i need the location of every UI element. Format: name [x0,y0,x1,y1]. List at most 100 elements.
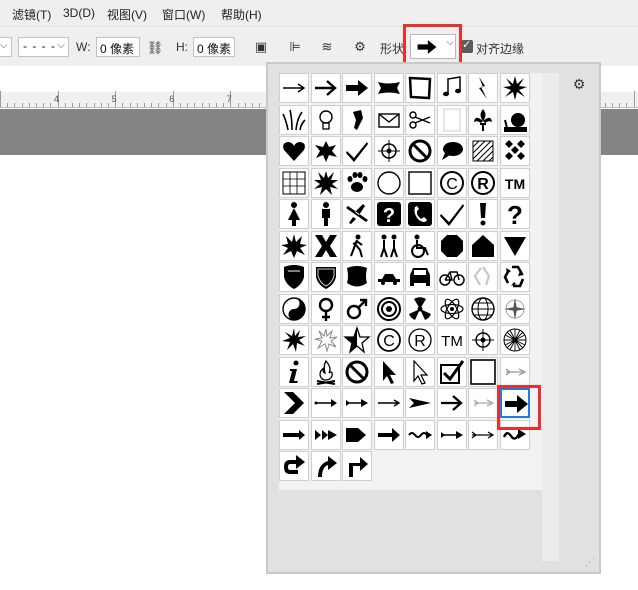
shape-checkmark[interactable] [342,136,372,166]
shape-burst[interactable] [311,168,341,198]
shape-recycle[interactable] [500,262,530,292]
shape-compass[interactable] [500,294,530,324]
shape-x-mark[interactable] [311,231,341,261]
shape-burst-2[interactable] [279,231,309,261]
shape-arrow-13[interactable] [374,420,404,450]
shape-speech-bubble[interactable] [437,136,467,166]
shape-car-side[interactable] [374,262,404,292]
path-operations-icon[interactable]: ▣ [252,39,270,55]
shape-info[interactable] [279,357,309,387]
shape-arrow-bold[interactable] [342,73,372,103]
path-alignment-icon[interactable]: ⊫ [286,39,304,55]
shape-grass[interactable] [279,105,309,135]
shape-arrow-7[interactable] [468,388,498,418]
shape-arrow-6[interactable] [437,388,467,418]
shape-pedestrian[interactable] [342,231,372,261]
shape-turn-3[interactable] [342,451,372,481]
shape-no-symbol-2[interactable] [342,357,372,387]
menu-help[interactable]: 帮助(H) [221,6,262,23]
shape-arrow-12[interactable] [342,420,372,450]
gear-icon[interactable]: ⚙ [569,76,589,92]
shape-arrow-10[interactable] [279,420,309,450]
shape-arrow-medium[interactable] [311,73,341,103]
shape-no-symbol[interactable] [405,136,435,166]
shape-arrow-2[interactable] [311,388,341,418]
menu-view[interactable]: 视图(V) [107,6,147,23]
shape-ink-splat[interactable] [311,136,341,166]
shape-woman[interactable] [279,199,309,229]
shape-chevron-right[interactable] [279,388,309,418]
shape-car-front[interactable] [405,262,435,292]
shape-turn-1[interactable] [279,451,309,481]
shape-target[interactable] [374,294,404,324]
shape-music-note[interactable] [437,73,467,103]
menu-3d[interactable]: 3D(D) [63,6,95,20]
shape-check-bold[interactable] [437,199,467,229]
shape-triangle-down[interactable] [500,231,530,261]
shape-airplane[interactable] [342,199,372,229]
shape-ink-bottle[interactable] [342,105,372,135]
shape-star-burst[interactable] [500,73,530,103]
shape-splash[interactable] [311,325,341,355]
shape-lightning[interactable] [468,73,498,103]
shape-man[interactable] [311,199,341,229]
shape-bicycle[interactable] [437,262,467,292]
shape-arrow-5[interactable] [405,388,435,418]
shape-paw-print[interactable] [342,168,372,198]
resize-handle-icon[interactable]: ⋰ [585,557,595,568]
shape-phone-box[interactable] [405,199,435,229]
shape-trademark[interactable]: TM [500,168,530,198]
stroke-width-dropdown[interactable]: ⌵ [0,37,12,57]
shape-arrow-15[interactable] [437,420,467,450]
shape-snail[interactable] [500,105,530,135]
shape-yin-yang[interactable] [279,294,309,324]
shape-registered[interactable]: R [468,168,498,198]
gear-icon[interactable]: ⚙ [350,39,370,55]
shape-circle[interactable] [374,168,404,198]
shape-trademark-2[interactable]: TM [437,325,467,355]
shape-male[interactable] [342,294,372,324]
shape-exclamation[interactable] [468,199,498,229]
shape-crosshair-2[interactable] [468,325,498,355]
shape-copyright[interactable]: C [437,168,467,198]
shape-arrow-feather[interactable] [500,357,530,387]
shape-lightbulb[interactable] [311,105,341,135]
shape-banner[interactable] [374,73,404,103]
shape-radiation[interactable] [405,294,435,324]
link-icon[interactable]: ⛓ [146,40,164,56]
shape-arrow-11[interactable] [311,420,341,450]
shape-female[interactable] [311,294,341,324]
shape-question-box[interactable]: ? [374,199,404,229]
shape-cursor-outline[interactable] [405,357,435,387]
shape-shield-2[interactable] [311,262,341,292]
shape-arrow-16[interactable] [468,420,498,450]
shape-turn-2[interactable] [311,451,341,481]
shape-diamond-grid[interactable] [500,136,530,166]
shape-registered-2[interactable]: R [405,325,435,355]
width-input[interactable]: 0 像素 [96,37,140,57]
shape-cursor-arrow[interactable] [374,357,404,387]
shape-crosshair[interactable] [374,136,404,166]
shape-people-walking[interactable] [374,231,404,261]
stroke-type-dropdown[interactable]: - - - - ⌵ [18,37,69,57]
shape-arrow-3[interactable] [342,388,372,418]
shape-fleur-de-lis[interactable] [468,105,498,135]
shape-nautical-star[interactable] [342,325,372,355]
shape-arrow-thin[interactable] [279,73,309,103]
shape-burst-3[interactable] [279,325,309,355]
shape-question[interactable]: ? [500,199,530,229]
shape-wheelchair[interactable] [405,231,435,261]
menu-filter[interactable]: 滤镜(T) [12,6,51,23]
menu-window[interactable]: 窗口(W) [162,6,205,23]
shape-envelope[interactable] [374,105,404,135]
shape-scissors[interactable] [405,105,435,135]
vertical-scrollbar[interactable] [542,73,559,561]
shape-heart[interactable] [279,136,309,166]
shape-blank-tile[interactable] [437,105,467,135]
shape-blank-frame[interactable] [468,357,498,387]
shape-sun-rays[interactable] [500,325,530,355]
shape-frame-rough[interactable] [405,73,435,103]
shape-arrow-4[interactable] [374,388,404,418]
shape-checkbox[interactable] [437,357,467,387]
shape-square[interactable] [405,168,435,198]
